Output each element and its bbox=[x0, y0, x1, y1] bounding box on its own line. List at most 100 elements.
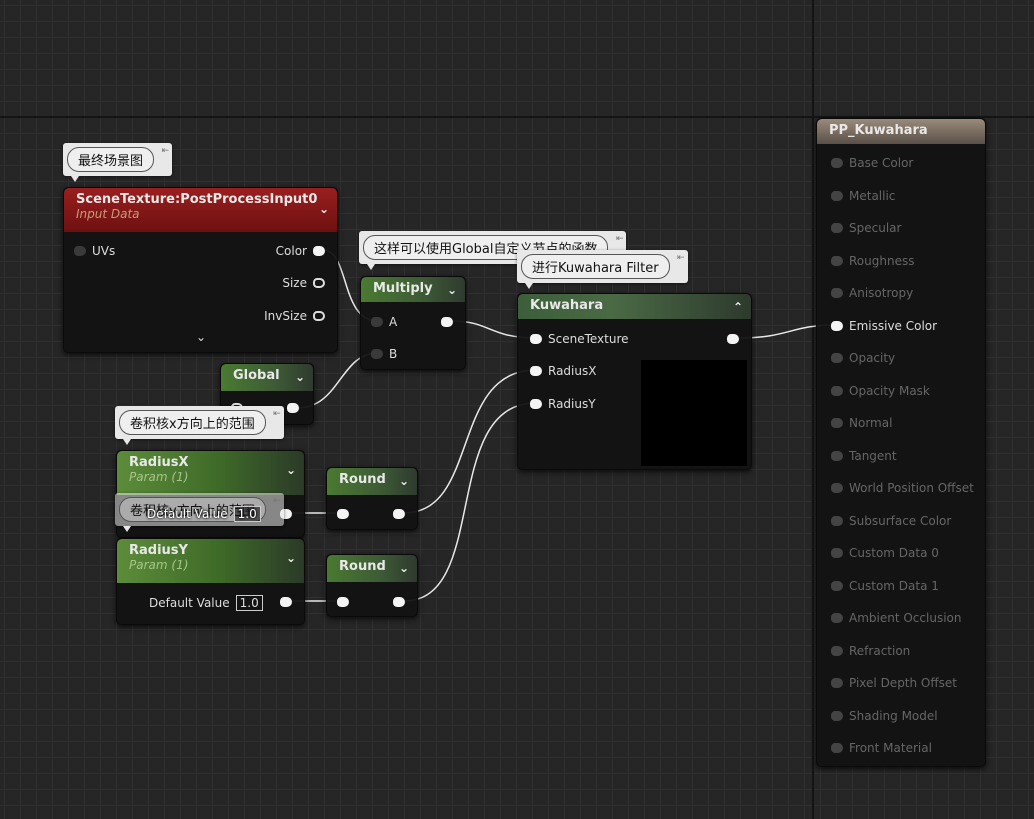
pin-dot-icon[interactable] bbox=[831, 483, 843, 493]
scene-texture-node[interactable]: SceneTexture:PostProcessInput0 Input Dat… bbox=[63, 187, 338, 353]
node-header[interactable]: PP_Kuwahara bbox=[817, 119, 985, 144]
comment-bubble[interactable]: 卷积核x方向上的范围 ⇤ bbox=[115, 406, 284, 445]
pin-dot-icon[interactable] bbox=[371, 349, 383, 359]
pin-dot-icon[interactable] bbox=[530, 366, 542, 376]
node-header[interactable]: SceneTexture:PostProcessInput0 Input Dat… bbox=[64, 188, 337, 232]
chevron-down-icon[interactable]: ⌄ bbox=[286, 551, 296, 565]
round-node[interactable]: Round ⌄ bbox=[326, 467, 418, 530]
pin-size[interactable]: Size bbox=[282, 276, 325, 290]
material-pin[interactable]: Tangent bbox=[831, 449, 897, 463]
radiusy-param-node[interactable]: RadiusY Param (1) ⌄ Default Value 1.0 bbox=[116, 538, 305, 625]
material-pin[interactable]: Opacity Mask bbox=[831, 384, 930, 398]
pin-dot-icon[interactable] bbox=[831, 580, 843, 591]
pin-icon[interactable]: ⇤ bbox=[677, 253, 685, 263]
node-header[interactable]: Multiply ⌄ bbox=[361, 277, 465, 302]
material-pin[interactable]: Metallic bbox=[831, 189, 895, 203]
output-pin-icon[interactable] bbox=[287, 403, 299, 413]
comment-bubble[interactable]: 进行Kuwahara Filter ⇤ bbox=[517, 250, 688, 289]
output-pin-icon[interactable] bbox=[441, 317, 453, 327]
expand-chevron-icon[interactable]: ⌄ bbox=[196, 330, 206, 344]
pin-dot-icon[interactable] bbox=[831, 710, 843, 721]
material-pin[interactable]: Custom Data 1 bbox=[831, 579, 939, 593]
material-pin[interactable]: Pixel Depth Offset bbox=[831, 676, 957, 690]
pin-dot-icon[interactable] bbox=[831, 385, 843, 396]
material-pin[interactable]: Front Material bbox=[831, 741, 932, 755]
round-node[interactable]: Round ⌄ bbox=[326, 554, 418, 617]
input-pin-icon[interactable] bbox=[337, 509, 349, 519]
multiply-node[interactable]: Multiply ⌄ A B bbox=[360, 276, 466, 370]
pin-dot-icon[interactable] bbox=[74, 246, 86, 256]
pin-a[interactable]: A bbox=[371, 315, 397, 329]
node-header[interactable]: RadiusX Param (1) ⌄ bbox=[117, 451, 304, 495]
node-header[interactable]: RadiusY Param (1) ⌄ bbox=[117, 539, 304, 583]
default-value-input[interactable]: 1.0 bbox=[233, 506, 261, 522]
pin-icon[interactable]: ⇤ bbox=[273, 409, 281, 419]
kuwahara-node[interactable]: Kuwahara ⌃ SceneTexture RadiusX RadiusY bbox=[517, 293, 752, 470]
pin-color[interactable]: Color bbox=[276, 244, 325, 258]
default-value-input[interactable]: 1.0 bbox=[235, 595, 263, 611]
chevron-down-icon[interactable]: ⌄ bbox=[295, 370, 305, 384]
pin-dot-icon[interactable] bbox=[831, 158, 843, 168]
pin-dot-icon[interactable] bbox=[831, 190, 843, 201]
material-pin[interactable]: Normal bbox=[831, 416, 892, 430]
chevron-down-icon[interactable]: ⌄ bbox=[286, 463, 296, 477]
material-pin[interactable]: Roughness bbox=[831, 254, 914, 268]
pin-dot-icon[interactable] bbox=[831, 418, 843, 428]
pin-dot-icon[interactable] bbox=[831, 743, 843, 753]
pin-dot-icon[interactable] bbox=[831, 450, 843, 461]
chevron-down-icon[interactable]: ⌄ bbox=[399, 561, 409, 575]
pin-dot-icon[interactable] bbox=[831, 678, 843, 688]
material-pin[interactable]: Opacity bbox=[831, 351, 895, 365]
material-pin[interactable]: Ambient Occlusion bbox=[831, 611, 961, 625]
pin-icon[interactable]: ⇤ bbox=[273, 496, 281, 506]
output-pin-icon[interactable] bbox=[393, 597, 405, 607]
chevron-down-icon[interactable]: ⌄ bbox=[447, 283, 457, 297]
comment-bubble[interactable]: 最终场景图 ⇤ bbox=[63, 143, 173, 182]
pin-dot-icon[interactable] bbox=[831, 255, 843, 266]
pin-dot-icon[interactable] bbox=[831, 645, 843, 656]
pin-invsize[interactable]: InvSize bbox=[264, 309, 325, 323]
comment-text: 最终场景图 bbox=[67, 147, 155, 172]
pin-icon[interactable]: ⇤ bbox=[161, 146, 169, 156]
pin-b[interactable]: B bbox=[371, 347, 397, 361]
pin-dot-icon[interactable] bbox=[530, 334, 542, 344]
chevron-up-icon[interactable]: ⌃ bbox=[733, 300, 743, 314]
material-pin[interactable]: Refraction bbox=[831, 644, 910, 658]
pin-dot-icon[interactable] bbox=[313, 278, 325, 288]
material-pin[interactable]: Subsurface Color bbox=[831, 514, 951, 528]
material-output-node[interactable]: PP_Kuwahara Base Color Metallic Specular Ro… bbox=[816, 118, 986, 767]
node-header[interactable]: Round ⌄ bbox=[327, 468, 417, 495]
material-pin[interactable]: Base Color bbox=[831, 156, 913, 170]
pin-radiusy[interactable]: RadiusY bbox=[530, 397, 596, 411]
pin-dot-icon[interactable] bbox=[313, 246, 325, 256]
node-header[interactable]: Kuwahara ⌃ bbox=[518, 294, 751, 319]
material-pin[interactable]: Anisotropy bbox=[831, 286, 913, 300]
pin-dot-icon[interactable] bbox=[831, 548, 843, 558]
material-pin[interactable]: Custom Data 0 bbox=[831, 546, 939, 560]
pin-dot-icon[interactable] bbox=[831, 223, 843, 233]
output-pin-icon[interactable] bbox=[727, 334, 739, 344]
pin-scenetexture[interactable]: SceneTexture bbox=[530, 332, 629, 346]
pin-dot-icon[interactable] bbox=[831, 613, 843, 623]
pin-dot-icon[interactable] bbox=[831, 515, 843, 526]
material-pin[interactable]: Specular bbox=[831, 221, 901, 235]
pin-icon[interactable]: ⇤ bbox=[616, 234, 624, 244]
material-pin[interactable]: Emissive Color bbox=[831, 319, 937, 333]
material-pin[interactable]: Shading Model bbox=[831, 709, 938, 723]
output-pin-icon[interactable] bbox=[393, 509, 405, 519]
pin-uvs[interactable]: UVs bbox=[74, 244, 115, 258]
material-pin[interactable]: World Position Offset bbox=[831, 481, 974, 495]
node-header[interactable]: Global ⌄ bbox=[221, 364, 313, 391]
input-pin-icon[interactable] bbox=[337, 597, 349, 607]
pin-dot-icon[interactable] bbox=[831, 320, 843, 331]
pin-radiusx[interactable]: RadiusX bbox=[530, 364, 596, 378]
pin-dot-icon[interactable] bbox=[371, 317, 383, 327]
chevron-down-icon[interactable]: ⌄ bbox=[399, 474, 409, 488]
chevron-down-icon[interactable]: ⌄ bbox=[319, 202, 329, 216]
pin-dot-icon[interactable] bbox=[313, 311, 325, 321]
pin-dot-icon[interactable] bbox=[831, 288, 843, 298]
node-header[interactable]: Round ⌄ bbox=[327, 555, 417, 582]
pin-dot-icon[interactable] bbox=[831, 353, 843, 363]
output-pin-icon[interactable] bbox=[280, 597, 292, 607]
pin-dot-icon[interactable] bbox=[530, 399, 542, 409]
